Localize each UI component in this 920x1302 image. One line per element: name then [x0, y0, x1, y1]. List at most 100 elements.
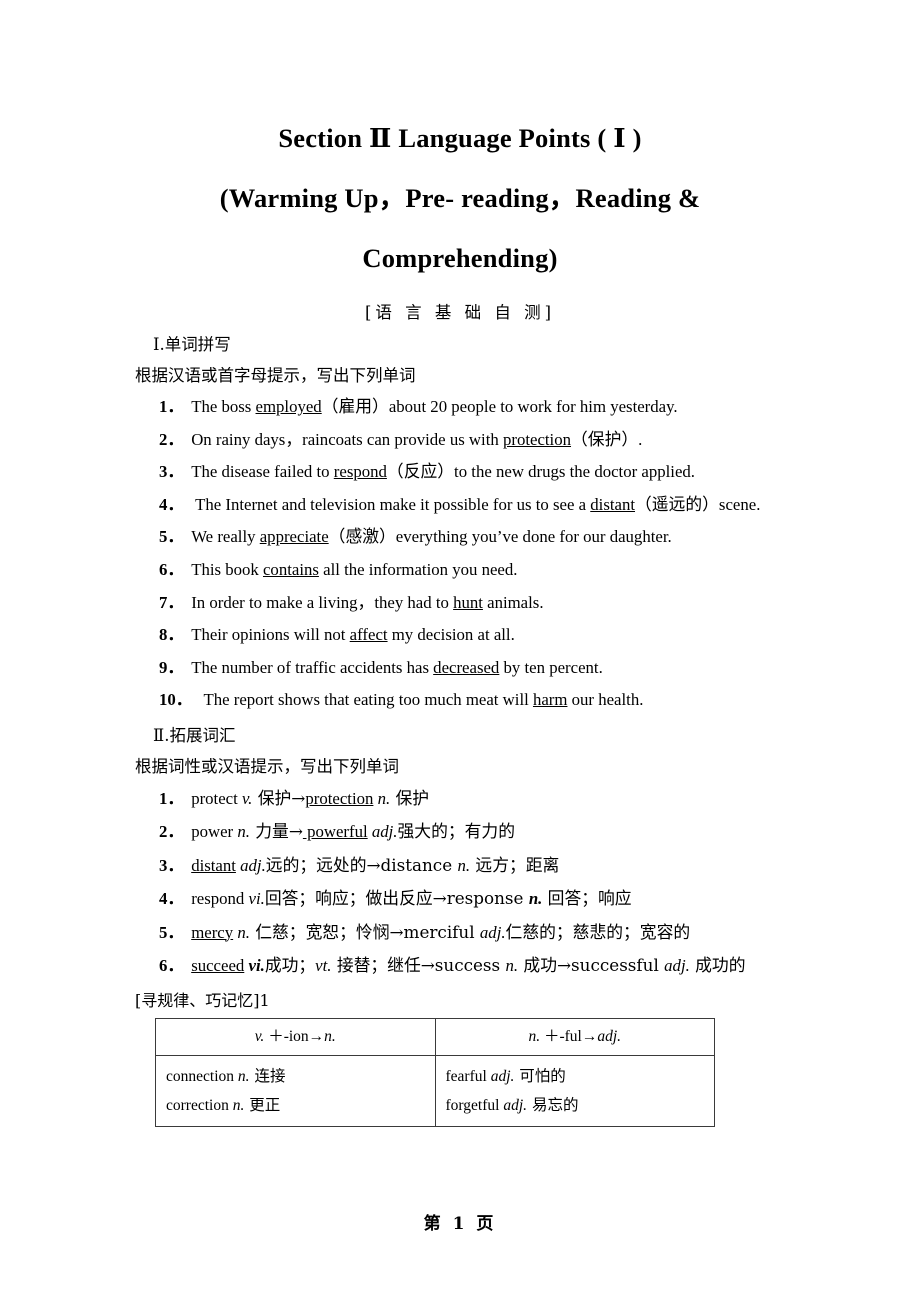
rule-example: forgetful adj. 易忘的 — [446, 1091, 705, 1120]
rule-table-row: connection n. 连接 correction n. 更正 fearful … — [155, 1055, 715, 1128]
vocab-base-word: protect — [191, 788, 242, 808]
item-text-after: animals. — [482, 592, 544, 612]
item-answer-word: contains — [262, 559, 319, 579]
vocab-meaning-1: 回答；响应；做出反应→response — [264, 888, 529, 909]
item-number: 4． — [159, 889, 185, 909]
item-number: 1． — [159, 397, 185, 416]
vocab-pos-1: vi. — [248, 889, 265, 909]
vocab-answer-word: protection — [305, 788, 374, 808]
vocab-item: 5． mercy n. 仁慈；宽恕；怜悯→merciful adj.仁慈的；慈悲的… — [135, 916, 785, 949]
rule-table-header-row: v. ＋-ion→n. n. ＋-ful→adj. — [155, 1018, 715, 1057]
vocab-item: 4． respond vi.回答；响应；做出反应→response n. 回答；响… — [135, 882, 785, 915]
vocab-answer-word: distant — [191, 855, 236, 875]
rule-example-pos: adj. — [490, 1068, 515, 1086]
part-one-instruction: 根据汉语或首字母提示，写出下列单词 — [135, 366, 416, 385]
rule-example-word: connection — [166, 1068, 238, 1086]
page-title-block: Section Ⅱ Language Points ( Ⅰ ) (Warming… — [135, 0, 785, 288]
item-answer-word: respond — [333, 462, 387, 482]
item-text-after: （遥远的）scene. — [635, 494, 761, 514]
vocab-answer-word: powerful — [302, 822, 368, 842]
vocab-pos-1: v. — [241, 788, 253, 808]
vocab-meaning-2: 成功； — [264, 954, 316, 975]
rule-pos-to: n. — [324, 1028, 336, 1046]
item-text-before: Their opinions will not — [191, 625, 350, 645]
spelling-item: 3． The disease failed to respond（反应）to th… — [135, 456, 785, 489]
vocab-pos-2: adj. — [367, 822, 398, 842]
page-title-line-2: (Warming Up，Pre- reading，Reading & — [219, 183, 701, 213]
rule-box-label: [寻规律、巧记忆]1 — [135, 991, 270, 1011]
vocab-meaning-1: 保护→ — [252, 787, 306, 808]
item-text-after: （感激）everything you’ve done for our daugh… — [328, 527, 672, 547]
item-text-after: （保护）. — [571, 429, 643, 449]
item-text-after: my decision at all. — [387, 625, 515, 645]
item-text-after: all the information you need. — [318, 559, 518, 579]
item-number: 5． — [159, 922, 185, 942]
rule-example-meaning: 可怕的 — [514, 1067, 566, 1086]
item-text-before: This book — [191, 559, 263, 579]
spelling-item: 9． The number of traffic accidents has de… — [135, 652, 785, 685]
item-text-before: The number of traffic accidents has — [191, 657, 434, 677]
part-one-heading: Ⅰ.单词拼写 — [153, 335, 231, 354]
vocab-meaning-5: 成功的 — [689, 954, 746, 975]
item-text-after: by ten percent. — [499, 657, 603, 677]
document-page: Section Ⅱ Language Points ( Ⅰ ) (Warming… — [0, 0, 920, 1302]
vocab-answer-word: mercy — [191, 922, 234, 942]
item-number: 3． — [159, 855, 185, 875]
rule-table-cell: fearful adj. 可怕的 forgetful adj. 易忘的 — [434, 1055, 715, 1128]
vocab-item: 3． distant adj.远的；远处的→distance n. 远方；距离 — [135, 849, 785, 882]
rule-example: connection n. 连接 — [166, 1062, 425, 1091]
rule-example-pos: n. — [232, 1097, 245, 1115]
section-banner: [语 言 基 础 自 测] — [135, 300, 785, 326]
item-number: 5． — [159, 527, 185, 547]
section-banner-text: [语 言 基 础 自 测] — [364, 303, 556, 322]
item-number: 6． — [159, 955, 185, 975]
item-text-before: On rainy days，raincoats can provide us w… — [191, 429, 503, 449]
vocab-meaning-3: 远方；距离 — [470, 854, 560, 875]
vocab-meaning-2: 回答；响应 — [542, 888, 632, 909]
rule-suffix: ＋-ful→ — [540, 1028, 598, 1046]
vocab-meaning-2: 远的；远处的→distance — [265, 854, 458, 875]
vocab-meaning-4: 成功→successful — [518, 954, 665, 975]
item-answer-word: hunt — [453, 592, 483, 612]
item-text-before: In order to make a living，they had to — [191, 592, 454, 612]
item-number: 4． — [159, 494, 185, 514]
rule-example-meaning: 连接 — [249, 1067, 286, 1086]
item-answer-word: decreased — [433, 657, 500, 677]
item-answer-word: distant — [590, 494, 636, 514]
rule-example-meaning: 更正 — [244, 1096, 281, 1115]
vocab-pos-3: adj. — [479, 922, 506, 942]
vocab-pos-1: n. — [237, 822, 250, 842]
rule-pos-to: adj. — [597, 1028, 622, 1046]
vocab-base-word: power — [191, 822, 238, 842]
spelling-item: 7． In order to make a living，they had to … — [135, 587, 785, 620]
item-number: 7． — [159, 592, 185, 612]
vocab-pos-2: n. — [233, 922, 250, 942]
item-number: 3． — [159, 462, 185, 482]
item-number: 9． — [159, 657, 185, 677]
part-two-list: 1． protect v. 保护→protection n. 保护 2． power … — [135, 782, 785, 982]
vocab-base-word: respond — [191, 889, 249, 909]
item-answer-word: harm — [532, 690, 568, 710]
rule-table-header-cell: n. ＋-ful→adj. — [434, 1018, 715, 1057]
item-text-before: The disease failed to — [191, 462, 334, 482]
vocab-meaning-1: 力量→ — [249, 821, 303, 842]
vocab-pos-5: adj. — [664, 955, 690, 975]
vocab-item: 2． power n. 力量→ powerful adj.强大的；有力的 — [135, 815, 785, 848]
item-number: 2． — [159, 429, 185, 449]
part-two-heading: Ⅱ.拓展词汇 — [153, 725, 236, 745]
rule-example-word: fearful — [445, 1068, 491, 1086]
item-number: 10． — [159, 690, 193, 710]
spelling-item: 10． The report shows that eating too muc… — [135, 684, 785, 717]
part-two-instruction: 根据词性或汉语提示，写出下列单词 — [135, 756, 399, 776]
spelling-item: 5． We really appreciate（感激）everything you… — [135, 521, 785, 554]
vocab-meaning-2: 保护 — [390, 787, 430, 808]
rule-suffix: ＋-ion→ — [264, 1028, 325, 1046]
item-answer-word: protection — [502, 429, 572, 449]
item-number: 1． — [159, 788, 185, 808]
spelling-item: 6． This book contains all the information… — [135, 554, 785, 587]
spelling-item: 8． Their opinions will not affect my deci… — [135, 619, 785, 652]
rule-example-word: forgetful — [445, 1097, 504, 1115]
rule-example-pos: adj. — [503, 1097, 528, 1115]
vocab-meaning-3: 仁慈的；慈悲的；宽容的 — [505, 921, 691, 942]
vocab-meaning-2: 强大的；有力的 — [397, 821, 515, 842]
